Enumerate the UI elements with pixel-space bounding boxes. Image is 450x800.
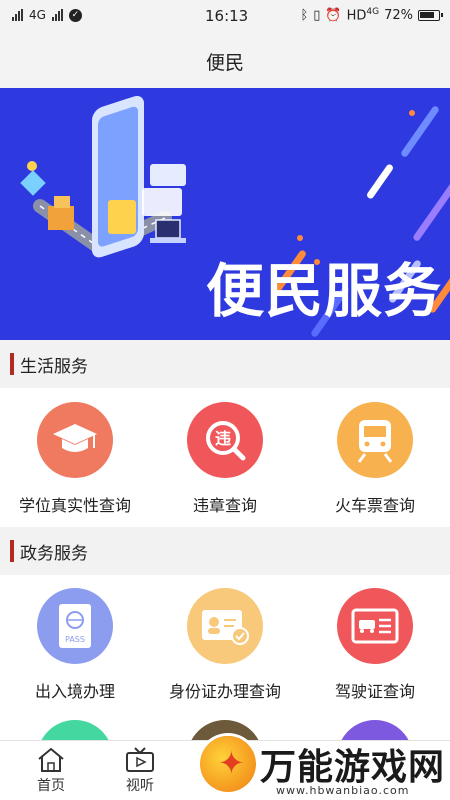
section-accent-bar bbox=[10, 353, 14, 375]
service-label: 学位真实性查询 bbox=[18, 496, 131, 515]
status-left: 4G ✓ bbox=[12, 8, 82, 22]
tab-label: 首页 bbox=[37, 778, 65, 794]
status-right: ᛒ ▯ ⏰ HD4G 72% bbox=[300, 7, 443, 24]
service-degree-verification[interactable]: 学位真实性查询 bbox=[0, 402, 150, 516]
nav-bar: 便民 bbox=[0, 34, 450, 88]
service-label: 火车票查询 bbox=[334, 496, 415, 515]
train-icon bbox=[337, 402, 413, 478]
service-label: 出入境办理 bbox=[34, 682, 115, 701]
page-title: 便民 bbox=[205, 51, 244, 74]
service-label: 身份证办理查询 bbox=[168, 682, 281, 701]
svg-text:违: 违 bbox=[215, 429, 231, 448]
network-type: 4G bbox=[29, 8, 46, 22]
service-id-card[interactable]: 身份证办理查询 bbox=[150, 588, 300, 702]
check-circle-icon: ✓ bbox=[68, 8, 82, 22]
tab-home[interactable]: 首页 bbox=[36, 747, 66, 795]
battery-icon bbox=[418, 9, 443, 21]
watermark-logo: ✦ bbox=[200, 736, 256, 792]
driver-license-icon bbox=[337, 588, 413, 664]
status-time: 16:13 bbox=[205, 7, 249, 25]
service-train-ticket[interactable]: 火车票查询 bbox=[300, 402, 450, 516]
service-label: 驾驶证查询 bbox=[334, 682, 415, 701]
tab-media[interactable]: 视听 bbox=[125, 747, 155, 795]
signal-icon-2 bbox=[51, 9, 63, 21]
passport-icon: PASS bbox=[37, 588, 113, 664]
service-driver-license[interactable]: 驾驶证查询 bbox=[300, 588, 450, 702]
section-accent-bar bbox=[10, 540, 14, 562]
svg-text:PASS: PASS bbox=[65, 635, 85, 644]
status-bar: 4G ✓ 16:13 ᛒ ▯ ⏰ HD4G 72% bbox=[0, 0, 450, 34]
section-header-life: 生活服务 bbox=[0, 340, 450, 388]
signal-icon bbox=[12, 9, 23, 21]
tab-label: 视听 bbox=[126, 778, 154, 794]
section-header-gov: 政务服务 bbox=[0, 527, 450, 575]
alarm-icon: ⏰ bbox=[325, 7, 342, 23]
home-icon bbox=[38, 747, 64, 772]
battery-percent: 72% bbox=[384, 7, 413, 23]
watermark-url: www.hbwanbiao.com bbox=[276, 784, 410, 797]
banner[interactable]: 便民服务 bbox=[0, 88, 450, 340]
vibrate-icon: ▯ bbox=[313, 7, 321, 23]
service-violation-query[interactable]: 违 违章查询 bbox=[150, 402, 300, 516]
section-title: 政务服务 bbox=[20, 543, 88, 564]
tv-icon bbox=[126, 747, 154, 772]
graduation-cap-icon bbox=[37, 402, 113, 478]
bluetooth-icon: ᛒ bbox=[300, 7, 309, 23]
violation-search-icon: 违 bbox=[187, 402, 263, 478]
service-grid-life: 学位真实性查询 违 违章查询 火车票查询 bbox=[0, 402, 450, 516]
service-grid-gov: PASS 出入境办理 身份证办理查询 驾驶证查询 bbox=[0, 588, 450, 702]
banner-title: 便民服务 bbox=[206, 257, 443, 325]
service-exit-entry[interactable]: PASS 出入境办理 bbox=[0, 588, 150, 702]
hd-network: HD4G bbox=[346, 7, 380, 24]
section-title: 生活服务 bbox=[20, 356, 88, 377]
watermark: ✦ 万能游戏网 www.hbwanbiao.com bbox=[196, 722, 450, 800]
watermark-text: 万能游戏网 bbox=[260, 747, 446, 788]
id-card-icon bbox=[187, 588, 263, 664]
service-label: 违章查询 bbox=[192, 496, 257, 515]
